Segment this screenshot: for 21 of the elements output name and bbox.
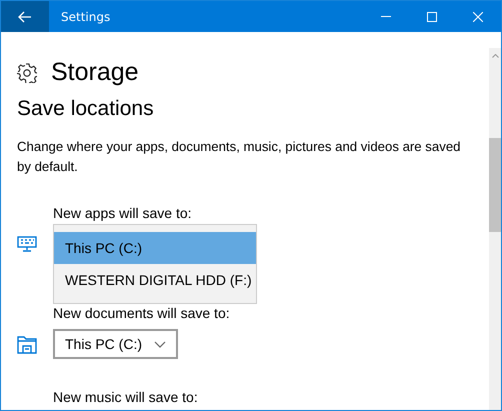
page-title: Storage — [51, 58, 139, 87]
chevron-down-icon — [154, 340, 166, 348]
back-button[interactable] — [1, 1, 49, 32]
scrollbar[interactable] — [489, 48, 501, 410]
monitor-keyboard-icon — [17, 236, 37, 252]
scrollbar-thumb[interactable] — [489, 138, 501, 232]
back-arrow-icon — [18, 10, 32, 22]
window-title: Settings — [61, 10, 112, 24]
scroll-up-icon — [492, 54, 498, 58]
section-title: Save locations — [17, 97, 155, 121]
settings-icon — [17, 62, 37, 82]
close-icon — [473, 12, 483, 22]
folder-icon — [17, 334, 37, 354]
location-label: New music will save to: — [53, 389, 199, 405]
maximize-icon — [427, 12, 437, 22]
drive-dropdown[interactable]: This PC (C:) — [53, 329, 178, 359]
minimize-icon — [381, 16, 391, 17]
location-label: New apps will save to: — [53, 205, 193, 221]
dropdown-option[interactable]: This PC (C:) — [54, 232, 256, 264]
section-description: Change where your apps, documents, music, pictures and videos are saved by default. — [17, 138, 462, 176]
location-label: New documents will save to: — [53, 305, 231, 321]
